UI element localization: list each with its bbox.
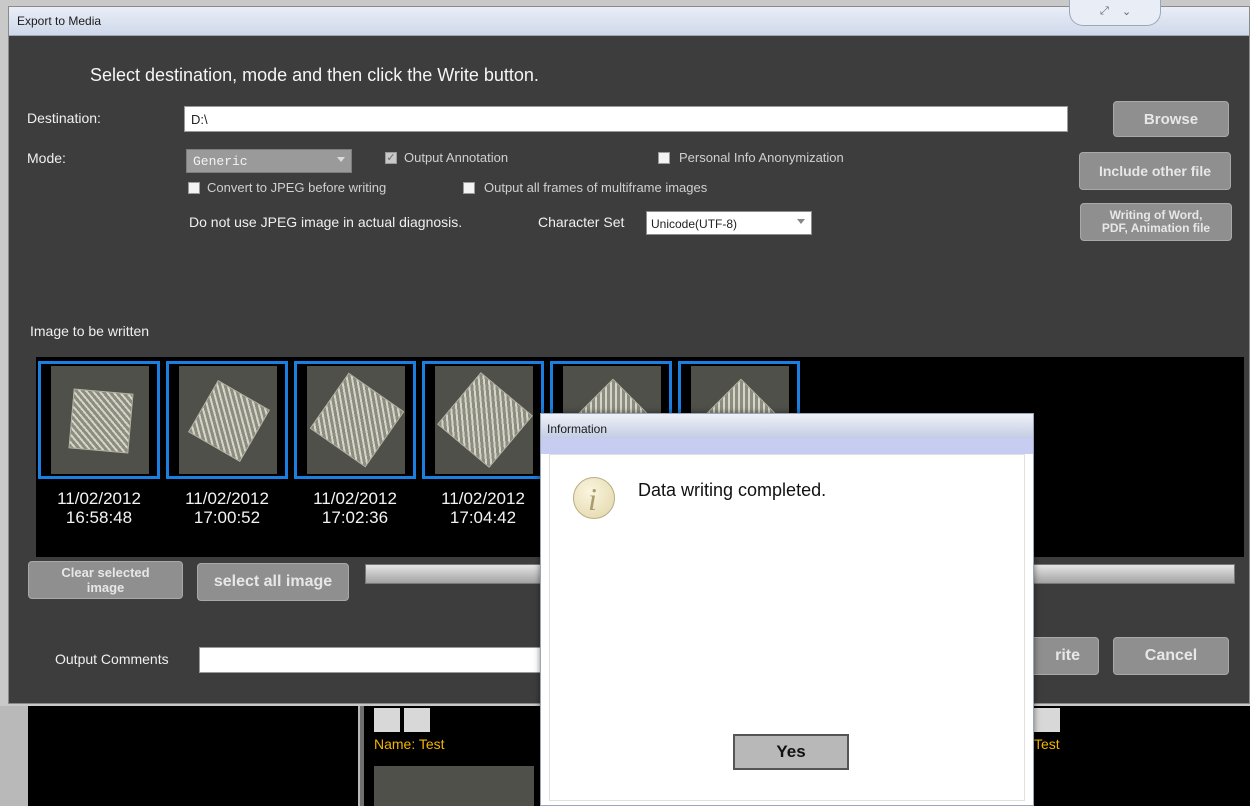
clear-selected-line1: Clear selected (61, 565, 150, 580)
clear-selected-line2: image (86, 580, 125, 595)
output-comments-input[interactable] (199, 647, 544, 673)
information-message: Data writing completed. (638, 480, 827, 500)
export-dialog-titlebar[interactable]: Export to Media (9, 7, 1249, 36)
thumbnail-4[interactable] (422, 361, 544, 479)
thumbnail-2-date: 11/02/2012 (185, 489, 269, 508)
output-annotation-checkbox[interactable]: ✓ (385, 152, 397, 164)
writing-word-pdf-button[interactable]: Writing of Word, PDF, Animation file (1080, 203, 1232, 241)
charset-select[interactable]: Unicode(UTF-8) (646, 211, 812, 235)
include-other-file-button[interactable]: Include other file (1079, 152, 1231, 190)
mode-select-value: Generic (193, 154, 248, 169)
thumbnail-image (307, 366, 405, 474)
thumbnail-1-date: 11/02/2012 (57, 489, 141, 508)
maximize-icon[interactable]: ⤢ (1100, 5, 1109, 18)
mode-select[interactable]: Generic (186, 149, 352, 173)
charset-label: Character Set (538, 214, 625, 230)
destination-input[interactable] (184, 106, 1068, 132)
charset-select-value: Unicode(UTF-8) (651, 217, 738, 231)
thumbnail-2[interactable] (166, 361, 288, 479)
background-viewer-left (28, 706, 358, 806)
thumbnail-image (51, 366, 149, 474)
background-viewer-right: Test (1030, 706, 1250, 806)
sync-user-icon[interactable] (404, 708, 430, 732)
thumbnail-2-time: 17:00:52 (193, 508, 261, 527)
browse-button[interactable]: Browse (1113, 101, 1229, 137)
image-section-label: Image to be written (30, 323, 150, 339)
output-all-frames-label: Output all frames of multiframe images (484, 180, 708, 195)
thumbnail-3-time: 17:02:36 (321, 508, 389, 527)
thumbnail-image (435, 366, 533, 474)
thumbnail-1-time: 16:58:48 (65, 508, 133, 527)
yes-button[interactable]: Yes (733, 734, 849, 770)
information-titlebar[interactable]: Information (541, 414, 1033, 438)
writing-word-line2: PDF, Animation file (1101, 221, 1211, 235)
titlebar-tab[interactable]: ⤢ ⌄ (1069, 0, 1161, 26)
cancel-button[interactable]: Cancel (1113, 637, 1229, 675)
thumbnail-4-date: 11/02/2012 (441, 489, 525, 508)
thumbnail-image (179, 366, 277, 474)
instruction-text: Select destination, mode and then click … (90, 65, 539, 85)
thumbnail-3-date: 11/02/2012 (313, 489, 397, 508)
user-icon[interactable] (374, 708, 400, 732)
dropdown-arrow-icon (337, 157, 345, 162)
sync-user-icon-right[interactable] (1034, 708, 1060, 732)
personal-info-label: Personal Info Anonymization (679, 150, 844, 165)
convert-jpeg-label: Convert to JPEG before writing (207, 180, 387, 195)
jpeg-warning-text: Do not use JPEG image in actual diagnosi… (189, 214, 463, 230)
select-all-image-button[interactable]: select all image (197, 563, 349, 601)
thumbnail-4-time: 17:04:42 (449, 508, 517, 527)
output-comments-label: Output Comments (55, 651, 169, 667)
information-dialog: Information i Data writing completed. Ye… (540, 413, 1034, 806)
clear-selected-image-button[interactable]: Clear selected image (28, 561, 183, 599)
output-annotation-label: Output Annotation (404, 150, 509, 165)
chevron-down-icon[interactable]: ⌄ (1122, 5, 1131, 18)
mode-label: Mode: (27, 150, 66, 166)
personal-info-checkbox[interactable] (658, 152, 670, 164)
dropdown-arrow-icon (797, 219, 805, 224)
info-icon: i (573, 477, 615, 519)
thumbnail-1[interactable] (38, 361, 160, 479)
destination-label: Destination: (27, 110, 101, 126)
output-all-frames-checkbox[interactable] (463, 182, 475, 194)
export-dialog-title: Export to Media (17, 14, 102, 28)
patient-name-label-right: Test (1034, 736, 1060, 752)
background-image (374, 766, 534, 806)
thumbnail-3[interactable] (294, 361, 416, 479)
information-title: Information (547, 422, 608, 436)
information-header-strip (541, 438, 1033, 454)
convert-jpeg-checkbox[interactable] (188, 182, 200, 194)
patient-name-label: Name: Test (374, 736, 445, 752)
